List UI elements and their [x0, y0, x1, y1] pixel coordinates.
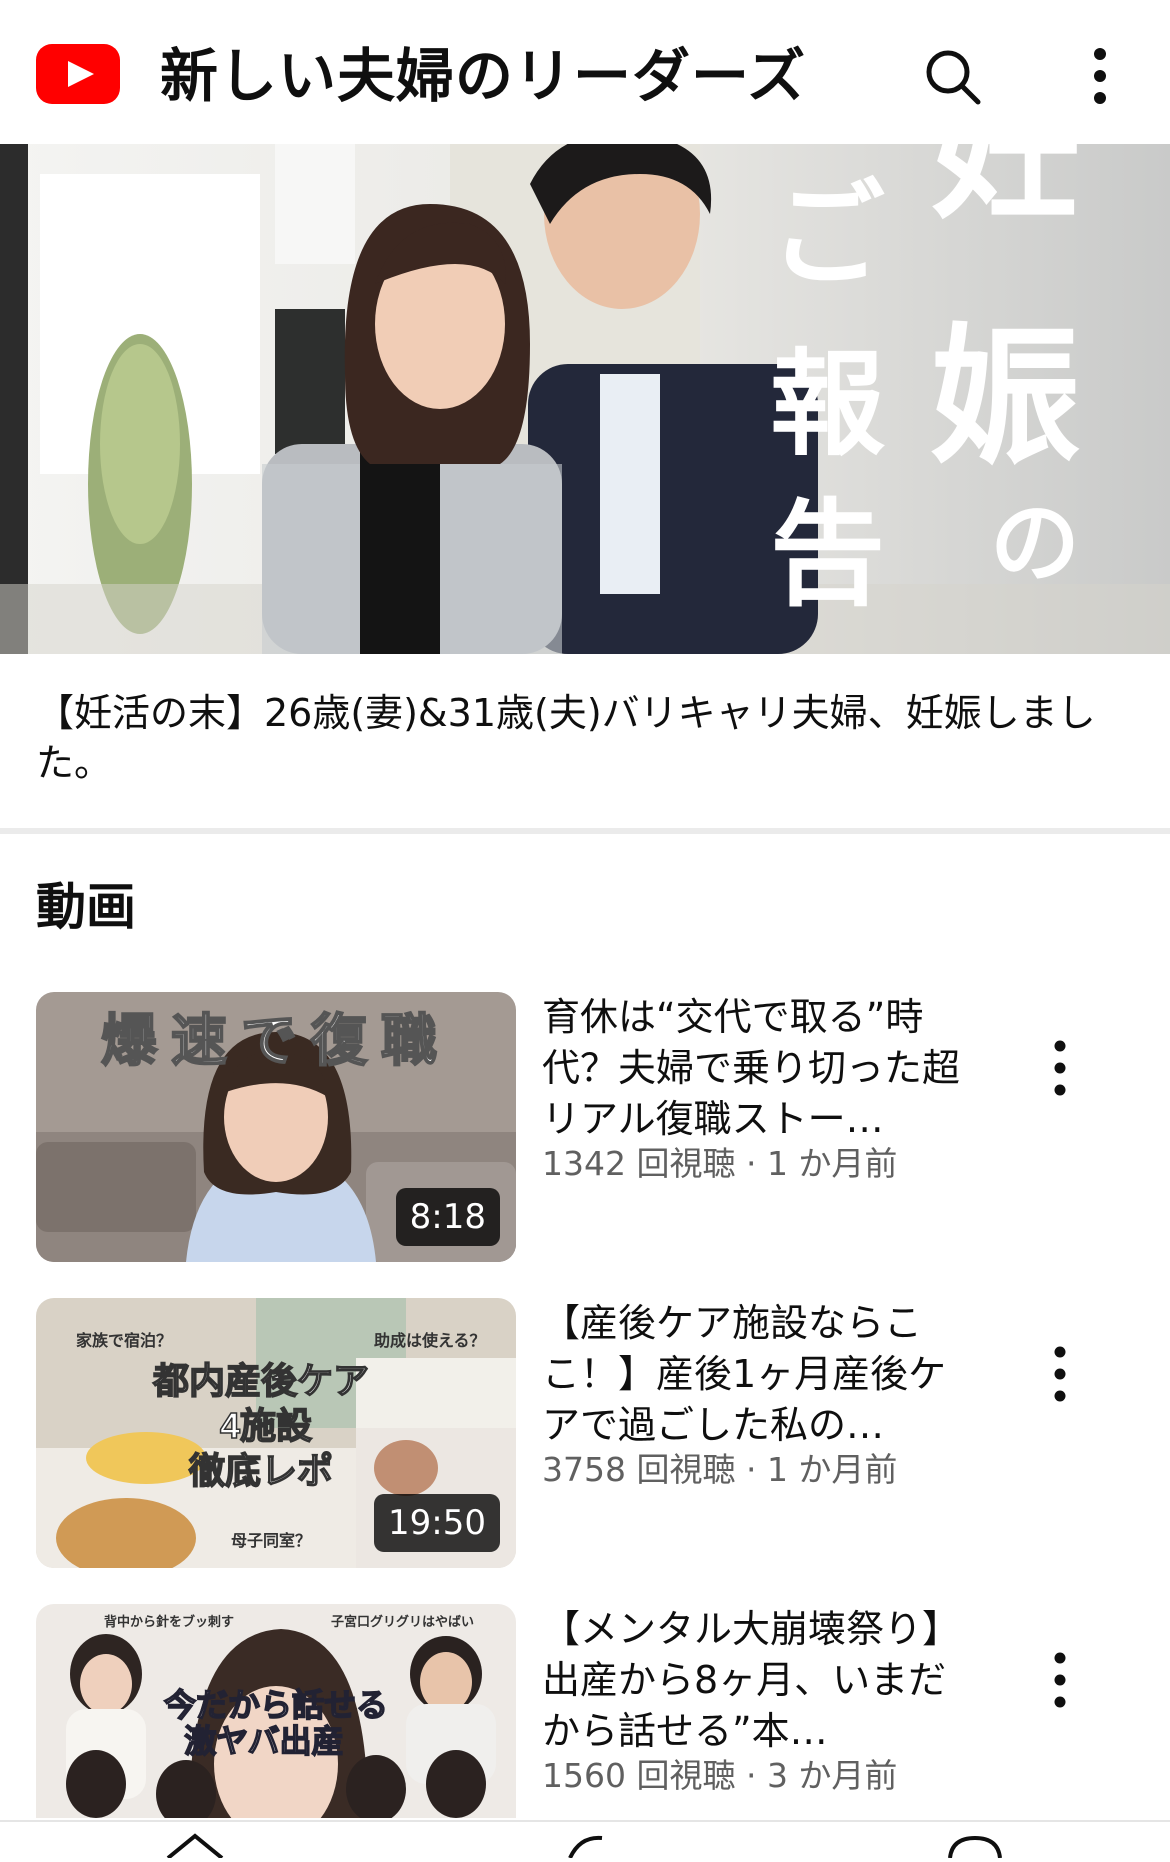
thumbnail-text: 4施設 [220, 1405, 312, 1446]
video-title[interactable]: 【産後ケア施設ならここ！】産後1ヶ月産後ケアで過ごした私の… [542, 1298, 972, 1451]
more-vert-icon [1054, 1652, 1066, 1708]
subscriptions-icon [948, 1835, 1002, 1859]
video-duration-badge: 8:18 [395, 1188, 500, 1246]
video-more-button[interactable] [1040, 1644, 1080, 1716]
featured-video-title[interactable]: 【妊活の末】26歳(妻)&31歳(夫)バリキャリ夫婦、妊娠しました。 [36, 688, 1136, 788]
video-more-button[interactable] [1040, 1338, 1080, 1410]
search-button[interactable] [916, 40, 988, 112]
thumbnail-tag: 子宮口グリグリはやばい [331, 1614, 474, 1629]
video-list-item[interactable]: 都内産後ケア 4施設 徹底レポ 家族で宿泊？ 助成は使える？ 母子同室？ 19:… [0, 1298, 1170, 1570]
video-meta: 1560 回視聴 · 3 か月前 [542, 1756, 898, 1795]
bottom-navigation-bar [0, 1820, 1170, 1860]
featured-thumbnail-image: 妊 娠 の ご 報 告 [0, 144, 1170, 654]
video-title[interactable]: 【メンタル大崩壊祭り】出産から8ヶ月、いまだから話せる”本… [542, 1604, 972, 1757]
video-list-item[interactable]: 今だから話せる 激ヤバ出産 背中から針をブッ刺す 子宮口グリグリはやばい 【メン… [0, 1604, 1170, 1818]
more-vert-icon [1054, 1040, 1066, 1096]
section-divider [0, 828, 1170, 834]
banner-overlay-sub-3: 告 [770, 491, 885, 619]
video-title[interactable]: 育休は“交代で取る”時代？夫婦で乗り切った超リアル復職ストー… [542, 992, 972, 1145]
video-meta: 1342 回視聴 · 1 か月前 [542, 1144, 898, 1183]
more-vert-icon [1054, 1346, 1066, 1402]
more-vert-icon [1094, 48, 1106, 104]
banner-overlay-sub-2: 報 [770, 341, 885, 469]
banner-overlay-main-2: 娠 [930, 313, 1080, 481]
video-thumbnail[interactable]: 都内産後ケア 4施設 徹底レポ 家族で宿泊？ 助成は使える？ 母子同室？ 19:… [36, 1298, 516, 1568]
thumbnail-tag: 母子同室？ [231, 1531, 311, 1550]
shorts-icon [568, 1835, 603, 1859]
featured-video-thumbnail[interactable]: 妊 娠 の ご 報 告 [0, 144, 1170, 654]
thumbnail-tag: 助成は使える？ [374, 1331, 486, 1350]
top-app-bar: 新しい夫婦のリーダーズ [0, 0, 1170, 144]
video-more-button[interactable] [1040, 1032, 1080, 1104]
banner-overlay-main: 妊 [930, 144, 1080, 236]
video-meta: 3758 回視聴 · 1 か月前 [542, 1450, 898, 1489]
channel-title: 新しい夫婦のリーダーズ [160, 42, 807, 110]
thumbnail-tag: 背中から針をブッ刺す [104, 1614, 234, 1629]
thumbnail-text: 激ヤバ出産 [184, 1723, 343, 1759]
video-thumbnail-image: 今だから話せる 激ヤバ出産 背中から針をブッ刺す 子宮口グリグリはやばい [36, 1604, 516, 1818]
search-icon [926, 50, 981, 105]
videos-section-title: 動画 [36, 878, 136, 936]
banner-overlay-sub-1: ご [770, 171, 885, 299]
more-options-button[interactable] [1080, 40, 1120, 112]
thumbnail-text: 今だから話せる [164, 1687, 388, 1723]
thumbnail-text: 都内産後ケア [152, 1360, 369, 1401]
thumbnail-text: 爆速で復職 [101, 1009, 451, 1072]
video-thumbnail[interactable]: 今だから話せる 激ヤバ出産 背中から針をブッ刺す 子宮口グリグリはやばい [36, 1604, 516, 1818]
banner-overlay-no: の [990, 494, 1080, 594]
video-thumbnail[interactable]: 爆速で復職 8:18 [36, 992, 516, 1262]
thumbnail-text: 徹底レポ [188, 1450, 333, 1491]
bottom-nav-icons [166, 1833, 1002, 1860]
video-duration-badge: 19:50 [374, 1494, 500, 1552]
video-list-item[interactable]: 爆速で復職 8:18 育休は“交代で取る”時代？夫婦で乗り切った超リアル復職スト… [0, 992, 1170, 1264]
thumbnail-tag: 家族で宿泊？ [76, 1331, 172, 1350]
home-icon [166, 1833, 224, 1860]
youtube-logo-icon[interactable] [36, 44, 120, 104]
